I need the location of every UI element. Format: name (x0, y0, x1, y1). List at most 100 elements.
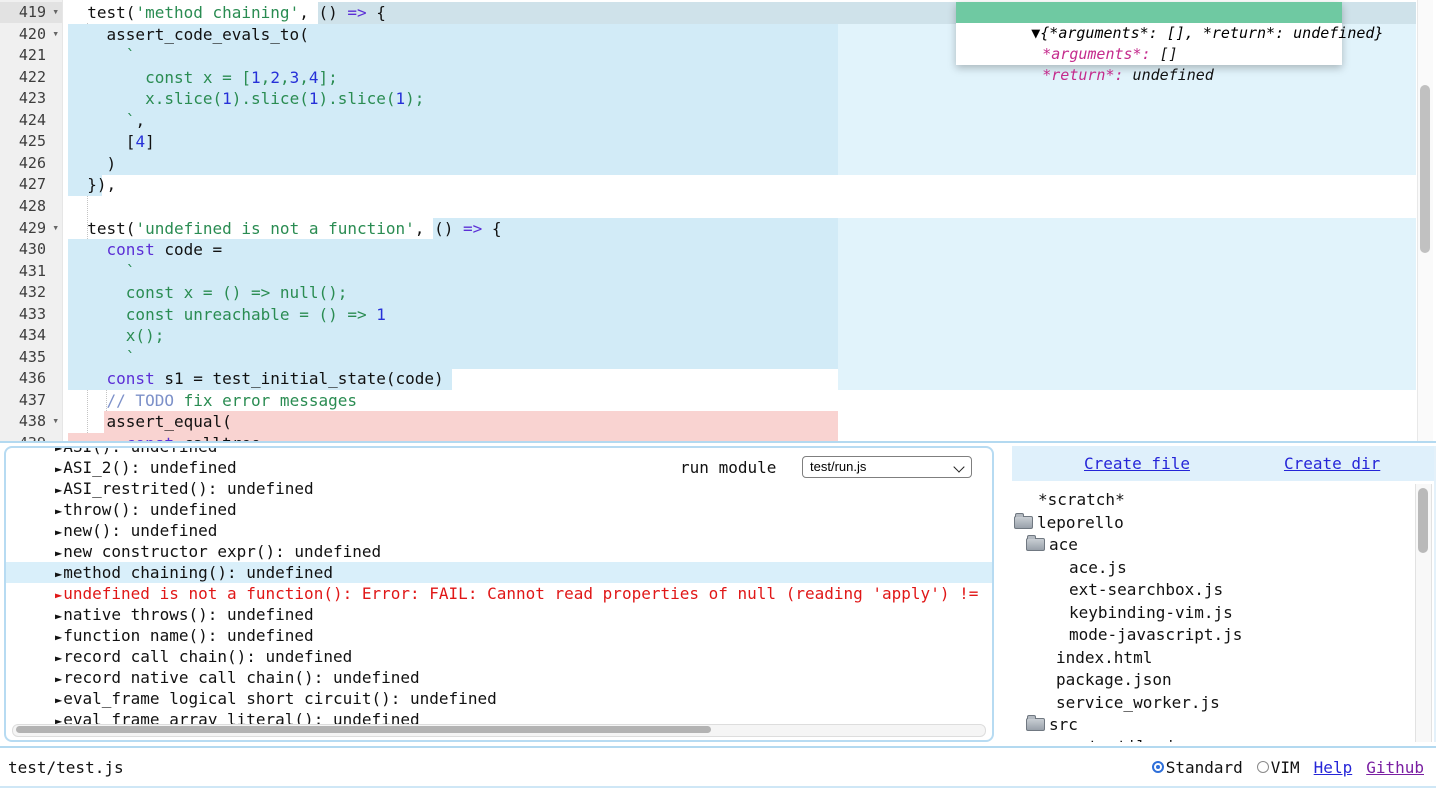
gutter-line-number[interactable]: 435 (0, 347, 62, 368)
output-horizontal-scrollbar[interactable] (12, 724, 986, 737)
file-tree-file[interactable]: service_worker.js (1056, 692, 1220, 714)
file-tree-file[interactable]: ace.js (1069, 557, 1127, 579)
file-tree-file[interactable]: ast_utils.js (1069, 736, 1185, 742)
code-line[interactable]: test('undefined is not a function', () =… (68, 218, 502, 240)
gutter-line-number[interactable]: 439 (0, 433, 62, 441)
gutter-line-number[interactable]: 424 (0, 110, 62, 131)
gutter-line-number[interactable]: 419▾ (0, 2, 62, 23)
code-line[interactable]: ` (68, 261, 135, 283)
test-result-row[interactable]: ►ASI_restrited(): undefined (6, 478, 992, 499)
test-result-row[interactable]: ►undefined is not a function(): Error: F… (6, 583, 992, 604)
gutter-line-number[interactable]: 429▾ (0, 218, 62, 239)
expand-triangle-icon[interactable]: ► (55, 651, 62, 665)
test-result-row[interactable]: ►throw(): undefined (6, 499, 992, 520)
file-tree-folder[interactable]: src (1026, 714, 1078, 736)
test-result-row[interactable]: ►native throws(): undefined (6, 604, 992, 625)
editor-gutter[interactable]: 419▾420▾421422423424425426427428429▾4304… (0, 0, 63, 441)
fold-arrow-icon[interactable]: ▾ (52, 414, 59, 427)
file-tree-file[interactable]: ext-searchbox.js (1069, 579, 1223, 601)
expand-triangle-icon[interactable]: ► (55, 630, 62, 644)
expand-triangle-icon[interactable]: ► (55, 546, 62, 560)
file-tree-file[interactable]: mode-javascript.js (1069, 624, 1242, 646)
help-link[interactable]: Help (1314, 758, 1353, 777)
expand-triangle-icon[interactable]: ► (55, 609, 62, 623)
test-result-row[interactable]: ►record native call chain(): undefined (6, 667, 992, 688)
editor-vertical-scrollbar[interactable] (1417, 0, 1433, 441)
expand-triangle-icon[interactable]: ► (55, 567, 62, 581)
fold-arrow-icon[interactable]: ▾ (52, 221, 59, 234)
code-line[interactable]: test('method chaining', () => { (68, 2, 386, 24)
run-module-select[interactable]: test/run.js (802, 456, 972, 478)
code-line[interactable]: const s1 = test_initial_state(code) (68, 368, 444, 390)
code-line[interactable]: assert_equal( (68, 411, 232, 433)
collapse-triangle-icon[interactable]: ▼ (1031, 24, 1040, 42)
file-tree-file[interactable]: *scratch* (1038, 489, 1125, 511)
expand-triangle-icon[interactable]: ► (55, 448, 62, 455)
gutter-line-number[interactable]: 438▾ (0, 411, 62, 432)
code-editor[interactable]: 419▾420▾421422423424425426427428429▾4304… (0, 0, 1436, 441)
test-results-list[interactable]: ►ASI(): undefined►ASI_2(): undefined►ASI… (6, 448, 992, 726)
expand-triangle-icon[interactable]: ► (55, 504, 62, 518)
gutter-line-number[interactable]: 431 (0, 261, 62, 282)
code-line[interactable]: x.slice(1).slice(1).slice(1); (68, 88, 424, 110)
gutter-line-number[interactable]: 430 (0, 239, 62, 260)
gutter-line-number[interactable]: 427 (0, 174, 62, 195)
keybinding-standard-option[interactable]: Standard (1152, 758, 1243, 777)
create-file-link[interactable]: Create file (1084, 454, 1190, 473)
gutter-line-number[interactable]: 436 (0, 368, 62, 389)
gutter-line-number[interactable]: 428 (0, 196, 62, 217)
radio-selected-icon[interactable] (1152, 761, 1164, 773)
expand-triangle-icon[interactable]: ► (55, 588, 62, 602)
code-line[interactable]: `, (68, 110, 145, 132)
expand-triangle-icon[interactable]: ► (55, 483, 62, 497)
code-line[interactable]: ) (68, 153, 116, 175)
code-line[interactable]: assert_code_evals_to( (68, 24, 309, 46)
test-result-row[interactable]: ►record call chain(): undefined (6, 646, 992, 667)
output-scrollbar-thumb[interactable] (16, 726, 711, 733)
code-line[interactable]: ` (68, 347, 135, 369)
test-result-row[interactable]: ►function name(): undefined (6, 625, 992, 646)
gutter-line-number[interactable]: 421 (0, 45, 62, 66)
gutter-line-number[interactable]: 423 (0, 88, 62, 109)
gutter-line-number[interactable]: 437 (0, 390, 62, 411)
code-line[interactable]: [4] (68, 131, 155, 153)
file-tree-file[interactable]: package.json (1056, 669, 1172, 691)
file-tree-vertical-scrollbar[interactable] (1415, 484, 1432, 742)
code-line[interactable]: const calltree = ... (68, 433, 318, 441)
gutter-line-number[interactable]: 432 (0, 282, 62, 303)
test-result-row[interactable]: ►new constructor expr(): undefined (6, 541, 992, 562)
fold-arrow-icon[interactable]: ▾ (52, 27, 59, 40)
file-tree[interactable]: *scratch*leporelloaceace.jsext-searchbox… (1012, 481, 1436, 742)
gutter-line-number[interactable]: 434 (0, 325, 62, 346)
test-result-row[interactable]: ►new(): undefined (6, 520, 992, 541)
gutter-line-number[interactable]: 422 (0, 67, 62, 88)
file-tree-file[interactable]: keybinding-vim.js (1069, 602, 1233, 624)
keybinding-vim-option[interactable]: VIM (1257, 758, 1300, 777)
gutter-line-number[interactable]: 433 (0, 304, 62, 325)
code-line[interactable]: // TODO fix error messages (68, 390, 357, 412)
file-tree-folder[interactable]: leporello (1014, 512, 1124, 534)
gutter-line-number[interactable]: 420▾ (0, 24, 62, 45)
editor-scrollbar-thumb[interactable] (1420, 85, 1430, 253)
code-line[interactable]: ` (68, 45, 135, 67)
code-line[interactable]: x(); (68, 325, 164, 347)
expand-triangle-icon[interactable]: ► (55, 672, 62, 686)
test-result-row[interactable]: ►method chaining(): undefined (6, 562, 992, 583)
code-line[interactable]: const code = (68, 239, 222, 261)
code-line[interactable]: const unreachable = () => 1 (68, 304, 386, 326)
fold-arrow-icon[interactable]: ▾ (52, 5, 59, 18)
gutter-line-number[interactable]: 426 (0, 153, 62, 174)
create-dir-link[interactable]: Create dir (1284, 454, 1380, 473)
radio-unselected-icon[interactable] (1257, 761, 1269, 773)
github-link[interactable]: Github (1366, 758, 1424, 777)
code-line[interactable]: }), (68, 174, 116, 196)
file-tree-scrollbar-thumb[interactable] (1418, 488, 1428, 553)
gutter-line-number[interactable]: 425 (0, 131, 62, 152)
file-tree-folder[interactable]: ace (1026, 534, 1078, 556)
file-tree-file[interactable]: index.html (1056, 647, 1152, 669)
tooltip-header[interactable]: ▼{*arguments*: [], *return*: undefined} (956, 2, 1342, 23)
expand-triangle-icon[interactable]: ► (55, 693, 62, 707)
code-line[interactable]: const x = [1,2,3,4]; (68, 67, 338, 89)
test-result-row[interactable]: ►eval_frame logical short circuit(): und… (6, 688, 992, 709)
expand-triangle-icon[interactable]: ► (55, 462, 62, 476)
